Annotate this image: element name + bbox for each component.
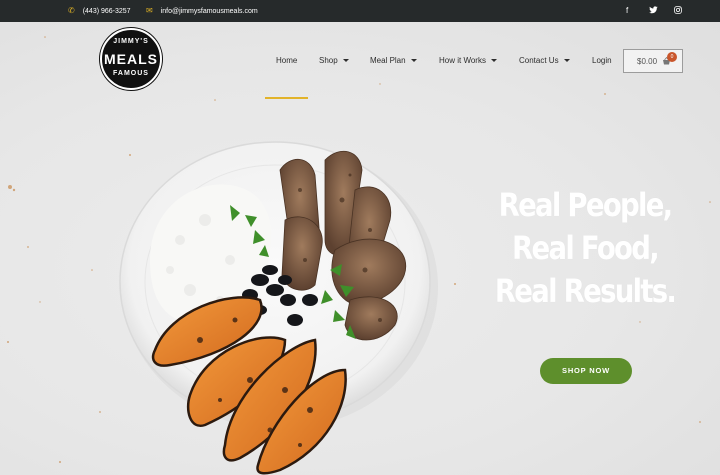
phone-contact[interactable]: ✆ (443) 966-3257 xyxy=(68,7,131,15)
nav-how-it-works[interactable]: How it Works xyxy=(439,56,497,65)
twitter-icon[interactable] xyxy=(649,6,658,16)
cart-count-badge: 0 xyxy=(667,52,677,62)
nav-label: Login xyxy=(592,56,612,65)
headline-line-2: Real Food, xyxy=(512,229,660,267)
caret-down-icon xyxy=(563,59,570,62)
logo-bottom-text: FAMOUS xyxy=(113,70,149,77)
nav-login[interactable]: Login xyxy=(592,56,612,65)
nav-home[interactable]: Home xyxy=(276,56,297,65)
caret-down-icon xyxy=(410,59,417,62)
headline-line-3: Real Results. xyxy=(494,272,677,310)
email-address[interactable]: info@jimmysfamousmeals.com xyxy=(161,8,258,15)
phone-number[interactable]: (443) 966-3257 xyxy=(83,8,131,15)
envelope-icon: ✉ xyxy=(146,6,153,15)
nav-label: Contact Us xyxy=(519,56,559,65)
facebook-icon[interactable]: f xyxy=(626,6,628,15)
phone-icon: ✆ xyxy=(68,6,75,15)
hero-headline: Real People, Real Food, Real Results. xyxy=(494,184,677,313)
caret-down-icon xyxy=(342,59,349,62)
nav-label: Home xyxy=(276,56,298,65)
logo-top-text: JIMMY'S xyxy=(113,38,149,45)
cart-total: $0.00 xyxy=(637,56,658,66)
logo-main-text: MEALS xyxy=(104,51,158,67)
nav-label: Meal Plan xyxy=(370,56,406,65)
instagram-icon[interactable] xyxy=(674,6,682,16)
meal-plate-image xyxy=(119,141,438,475)
caret-down-icon xyxy=(490,59,497,62)
nav-contact-us[interactable]: Contact Us xyxy=(519,56,570,65)
site-logo[interactable]: JIMMY'S MEALS FAMOUS xyxy=(100,28,162,90)
headline-line-1: Real People, xyxy=(498,186,674,224)
nav-shop[interactable]: Shop xyxy=(319,56,349,65)
shop-now-button[interactable]: SHOP NOW xyxy=(540,358,632,384)
cart-button[interactable]: $0.00 0 xyxy=(623,49,683,73)
nav-label: How it Works xyxy=(439,56,486,65)
nav-meal-plan[interactable]: Meal Plan xyxy=(370,56,417,65)
nav-label: Shop xyxy=(319,56,338,65)
top-bar: ✆ (443) 966-3257 ✉ info@jimmysfamousmeal… xyxy=(0,0,720,22)
active-nav-indicator xyxy=(265,97,308,99)
email-contact[interactable]: ✉ info@jimmysfamousmeals.com xyxy=(146,7,258,15)
